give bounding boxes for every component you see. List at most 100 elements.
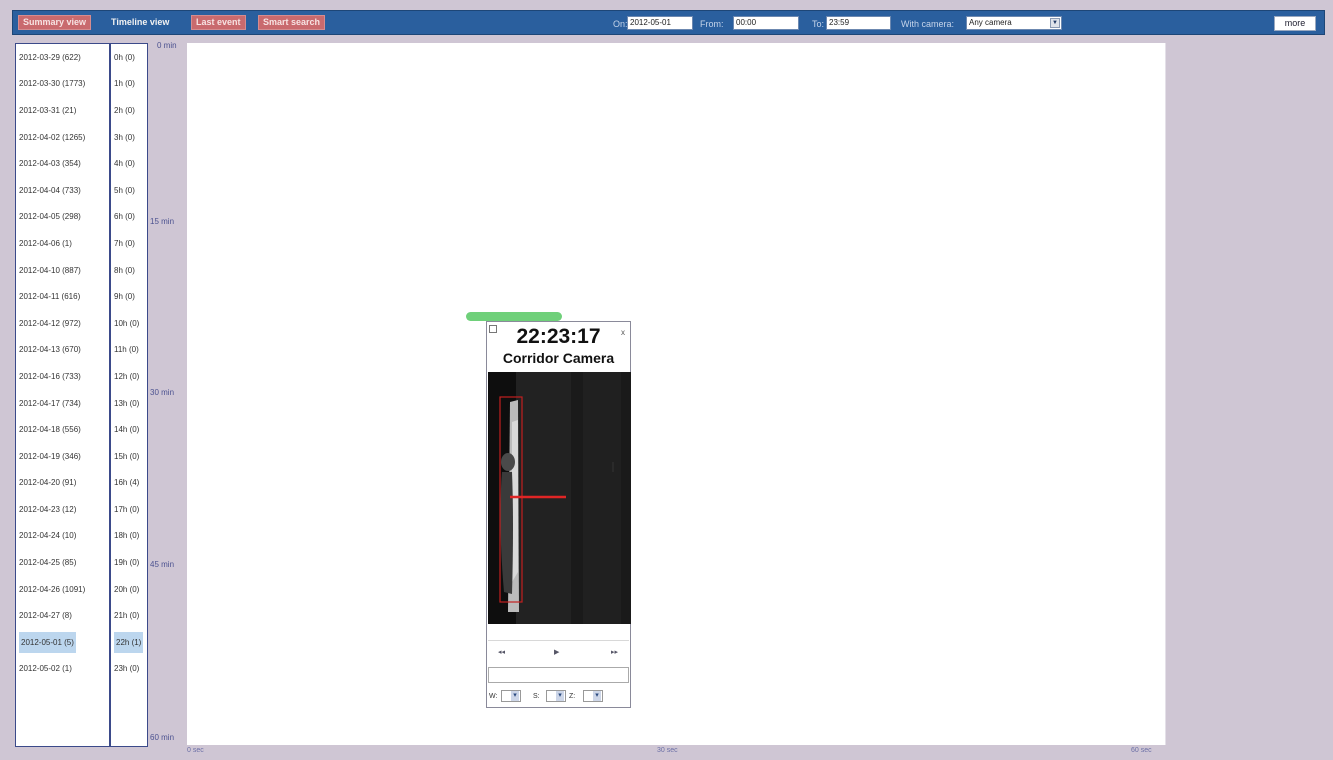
select-w[interactable] xyxy=(501,690,521,702)
date-list-item-label: 2012-04-18 (556) xyxy=(19,425,81,435)
select-z[interactable] xyxy=(583,690,603,702)
date-list-item[interactable]: 2012-04-24 (10) xyxy=(16,523,109,550)
second-tick-0: 0 sec xyxy=(187,747,204,754)
date-list-item[interactable]: 2012-04-10 (887) xyxy=(16,257,109,284)
hour-list-item[interactable]: 5h (0) xyxy=(111,177,147,204)
date-list-item[interactable]: 2012-04-02 (1265) xyxy=(16,124,109,151)
from-time-input[interactable]: 00:00 xyxy=(733,16,799,30)
play-icon[interactable]: ▶ xyxy=(554,648,559,656)
event-marker[interactable] xyxy=(466,312,562,321)
hour-list-item[interactable]: 21h (0) xyxy=(111,602,147,629)
tab-last-event[interactable]: Last event xyxy=(191,15,246,30)
camera-select-value: Any camera xyxy=(969,18,1012,27)
hour-list-item[interactable]: 3h (0) xyxy=(111,124,147,151)
hour-list-item[interactable]: 0h (0) xyxy=(111,44,147,71)
hour-list-item[interactable]: 13h (0) xyxy=(111,390,147,417)
date-list-item[interactable]: 2012-03-30 (1773) xyxy=(16,71,109,98)
date-list-item-label: 2012-04-05 (298) xyxy=(19,212,81,222)
date-list-item[interactable]: 2012-04-12 (972) xyxy=(16,310,109,337)
timeline-canvas[interactable] xyxy=(187,43,1166,745)
hour-list-item[interactable]: 9h (0) xyxy=(111,283,147,310)
hour-list-item[interactable]: 23h (0) xyxy=(111,656,147,683)
date-list-item[interactable]: 2012-05-02 (1) xyxy=(16,656,109,683)
hour-list-item[interactable]: 8h (0) xyxy=(111,257,147,284)
hour-list-item[interactable]: 20h (0) xyxy=(111,576,147,603)
date-list-item[interactable]: 2012-05-01 (5) xyxy=(16,629,109,656)
hour-list-item[interactable]: 6h (0) xyxy=(111,204,147,231)
hour-list-item[interactable]: 17h (0) xyxy=(111,496,147,523)
date-list-item-label: 2012-04-19 (346) xyxy=(19,451,81,461)
date-input[interactable]: 2012-05-01 xyxy=(627,16,693,30)
fast-forward-icon[interactable]: ▸▸ xyxy=(611,648,618,656)
date-list-item[interactable]: 2012-04-23 (12) xyxy=(16,496,109,523)
minute-tick-0: 0 min xyxy=(157,41,177,50)
hour-list-item[interactable]: 18h (0) xyxy=(111,523,147,550)
hour-list-item-label: 8h (0) xyxy=(114,265,135,275)
date-list-item[interactable]: 2012-03-31 (21) xyxy=(16,97,109,124)
date-list-item[interactable]: 2012-04-11 (616) xyxy=(16,283,109,310)
select-s[interactable] xyxy=(546,690,566,702)
hour-list-item-label: 20h (0) xyxy=(114,584,140,594)
second-tick-30: 30 sec xyxy=(657,747,678,754)
event-camera-name: Corridor Camera xyxy=(502,350,615,366)
hour-list-item-label: 13h (0) xyxy=(114,398,140,408)
hour-list-item[interactable]: 2h (0) xyxy=(111,97,147,124)
hour-list-item-label: 16h (4) xyxy=(114,478,140,488)
date-list-item[interactable]: 2012-04-06 (1) xyxy=(16,230,109,257)
tab-summary-view[interactable]: Summary view xyxy=(18,15,92,30)
date-list-item-label: 2012-04-20 (91) xyxy=(19,478,77,488)
date-list-item[interactable]: 2012-04-26 (1091) xyxy=(16,576,109,603)
date-list-item[interactable]: 2012-04-27 (8) xyxy=(16,602,109,629)
hour-list-item[interactable]: 19h (0) xyxy=(111,549,147,576)
hour-list-item[interactable]: 7h (0) xyxy=(111,230,147,257)
date-list-item-label: 2012-04-16 (733) xyxy=(19,371,81,381)
hour-list-item[interactable]: 12h (0) xyxy=(111,363,147,390)
minute-tick-45: 45 min xyxy=(150,560,175,569)
date-list-item[interactable]: 2012-04-17 (734) xyxy=(16,390,109,417)
date-list-item[interactable]: 2012-04-16 (733) xyxy=(16,363,109,390)
minute-tick-60: 60 min xyxy=(150,733,175,742)
hour-list-item[interactable]: 4h (0) xyxy=(111,150,147,177)
hour-list-item[interactable]: 1h (0) xyxy=(111,71,147,98)
tab-smart-search[interactable]: Smart search xyxy=(258,15,326,30)
hour-list-item[interactable]: 16h (4) xyxy=(111,470,147,497)
date-list-item[interactable]: 2012-04-05 (298) xyxy=(16,204,109,231)
date-list-item-label: 2012-04-06 (1) xyxy=(19,238,72,248)
rewind-icon[interactable]: ◂◂ xyxy=(498,648,505,656)
date-list-item[interactable]: 2012-04-03 (354) xyxy=(16,150,109,177)
date-list-item-label: 2012-04-26 (1091) xyxy=(19,584,86,594)
date-list-item[interactable]: 2012-04-20 (91) xyxy=(16,470,109,497)
tab-timeline-view[interactable]: Timeline view xyxy=(108,15,172,30)
select-label-z: Z: xyxy=(569,693,576,700)
hour-list-item-label: 6h (0) xyxy=(114,212,135,222)
hour-list-item[interactable]: 10h (0) xyxy=(111,310,147,337)
camera-select[interactable]: Any camera ▼ xyxy=(966,16,1062,30)
hour-list-item-label: 7h (0) xyxy=(114,238,135,248)
date-list-item[interactable]: 2012-04-19 (346) xyxy=(16,443,109,470)
date-list-item-label: 2012-04-17 (734) xyxy=(19,398,81,408)
date-list-item[interactable]: 2012-03-29 (622) xyxy=(16,44,109,71)
close-icon[interactable]: x xyxy=(621,328,625,337)
date-list-item[interactable]: 2012-04-25 (85) xyxy=(16,549,109,576)
minute-tick-30: 30 min xyxy=(150,388,175,397)
to-label: To: xyxy=(812,19,825,29)
date-list-item[interactable]: 2012-04-13 (670) xyxy=(16,337,109,364)
to-time-input[interactable]: 23:59 xyxy=(826,16,891,30)
date-list-item[interactable]: 2012-04-04 (733) xyxy=(16,177,109,204)
hour-list-item[interactable]: 22h (1) xyxy=(111,629,147,656)
more-button[interactable]: more xyxy=(1274,16,1316,31)
hour-list-item[interactable]: 15h (0) xyxy=(111,443,147,470)
hour-list-item-label: 19h (0) xyxy=(114,558,140,568)
hour-list-item-label: 3h (0) xyxy=(114,132,135,142)
playback-slider[interactable] xyxy=(488,626,629,641)
date-list-item-label: 2012-04-10 (887) xyxy=(19,265,81,275)
date-list-item-label: 2012-04-11 (616) xyxy=(19,292,81,302)
event-snapshot[interactable] xyxy=(488,372,631,624)
hour-list-item[interactable]: 11h (0) xyxy=(111,337,147,364)
date-list-item-label: 2012-04-04 (733) xyxy=(19,185,81,195)
hour-list-item[interactable]: 14h (0) xyxy=(111,416,147,443)
event-time: 22:23:17 xyxy=(516,325,601,348)
date-list-item[interactable]: 2012-04-18 (556) xyxy=(16,416,109,443)
event-comment-field[interactable] xyxy=(488,667,629,683)
hour-list-item-label: 4h (0) xyxy=(114,159,135,169)
